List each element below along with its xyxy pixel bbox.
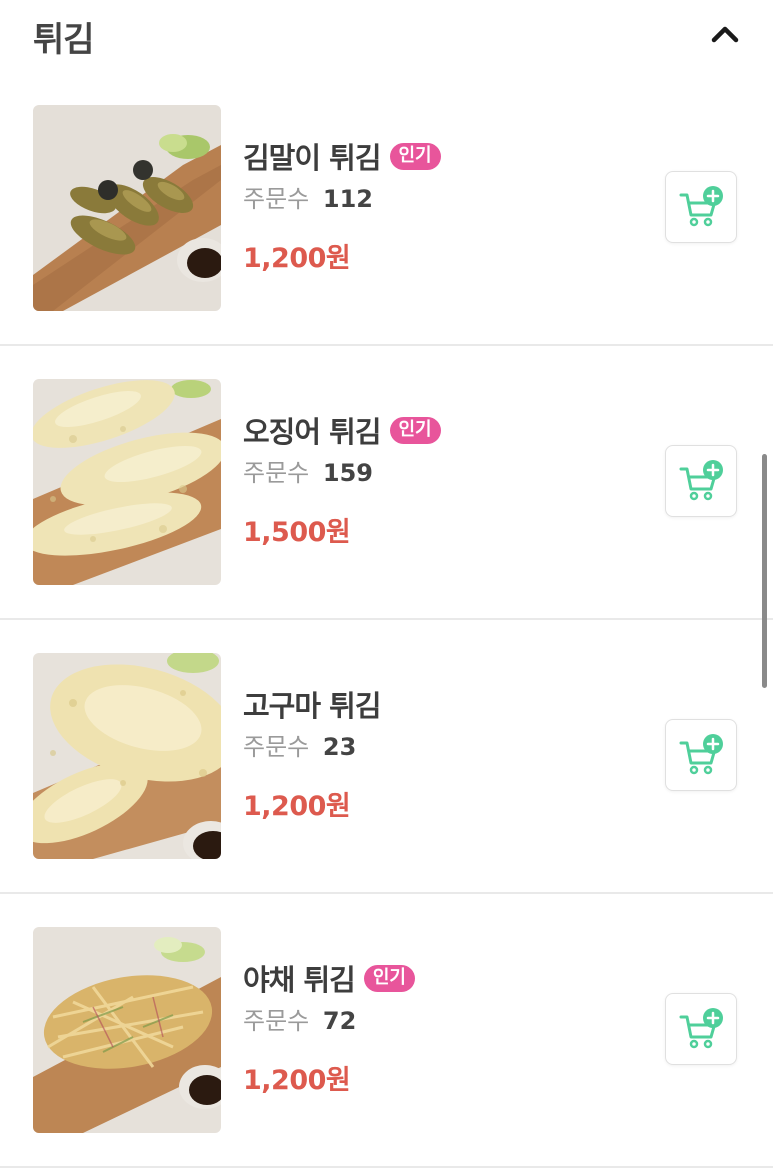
food-image — [33, 653, 221, 859]
item-name: 김말이 튀김 — [243, 141, 381, 175]
item-price: 1,200원 — [243, 243, 351, 274]
item-info: 오징어 튀김 인기 주문수 159 1,500원 — [243, 410, 441, 549]
section-header: 튀김 — [0, 0, 773, 70]
cart-add-icon — [679, 460, 723, 501]
menu-list: 김말이 튀김 인기 주문수 112 1,200원 오징어 튀김 인기 주문수 1… — [0, 70, 773, 1168]
menu-item[interactable]: 야채 튀김 인기 주문수 72 1,200원 — [0, 894, 773, 1168]
item-price: 1,500원 — [243, 517, 351, 548]
item-price: 1,200원 — [243, 1065, 351, 1096]
food-image — [33, 927, 221, 1133]
orders-label: 주문수 — [243, 733, 310, 761]
cart-add-icon — [679, 186, 723, 227]
item-price: 1,200원 — [243, 791, 351, 822]
orders-count: 23 — [322, 733, 357, 761]
chevron-up-icon — [711, 26, 739, 43]
orders-label: 주문수 — [243, 185, 310, 213]
add-to-cart-button[interactable] — [665, 993, 737, 1065]
orders-label: 주문수 — [243, 1007, 310, 1035]
food-image — [33, 105, 221, 311]
item-info: 김말이 튀김 인기 주문수 112 1,200원 — [243, 136, 441, 275]
menu-item[interactable]: 오징어 튀김 인기 주문수 159 1,500원 — [0, 346, 773, 620]
add-to-cart-button[interactable] — [665, 171, 737, 243]
cart-add-icon — [679, 1008, 723, 1049]
item-name: 야채 튀김 — [243, 963, 356, 997]
item-info: 야채 튀김 인기 주문수 72 1,200원 — [243, 958, 415, 1097]
orders-count: 72 — [322, 1007, 357, 1035]
orders-count: 159 — [322, 459, 373, 487]
add-to-cart-button[interactable] — [665, 445, 737, 517]
scrollbar[interactable] — [762, 454, 767, 688]
menu-item[interactable]: 김말이 튀김 인기 주문수 112 1,200원 — [0, 70, 773, 346]
orders-label: 주문수 — [243, 459, 310, 487]
cart-add-icon — [679, 734, 723, 775]
add-to-cart-button[interactable] — [665, 719, 737, 791]
popular-badge: 인기 — [389, 416, 441, 444]
item-info: 고구마 튀김 주문수 23 1,200원 — [243, 684, 381, 823]
popular-badge: 인기 — [389, 142, 441, 170]
collapse-button[interactable] — [702, 14, 748, 54]
food-image — [33, 379, 221, 585]
popular-badge: 인기 — [363, 964, 415, 992]
orders-count: 112 — [322, 185, 373, 213]
menu-item[interactable]: 고구마 튀김 주문수 23 1,200원 — [0, 620, 773, 894]
item-name: 오징어 튀김 — [243, 415, 381, 449]
item-name: 고구마 튀김 — [243, 689, 381, 723]
section-title: 튀김 — [33, 20, 95, 60]
